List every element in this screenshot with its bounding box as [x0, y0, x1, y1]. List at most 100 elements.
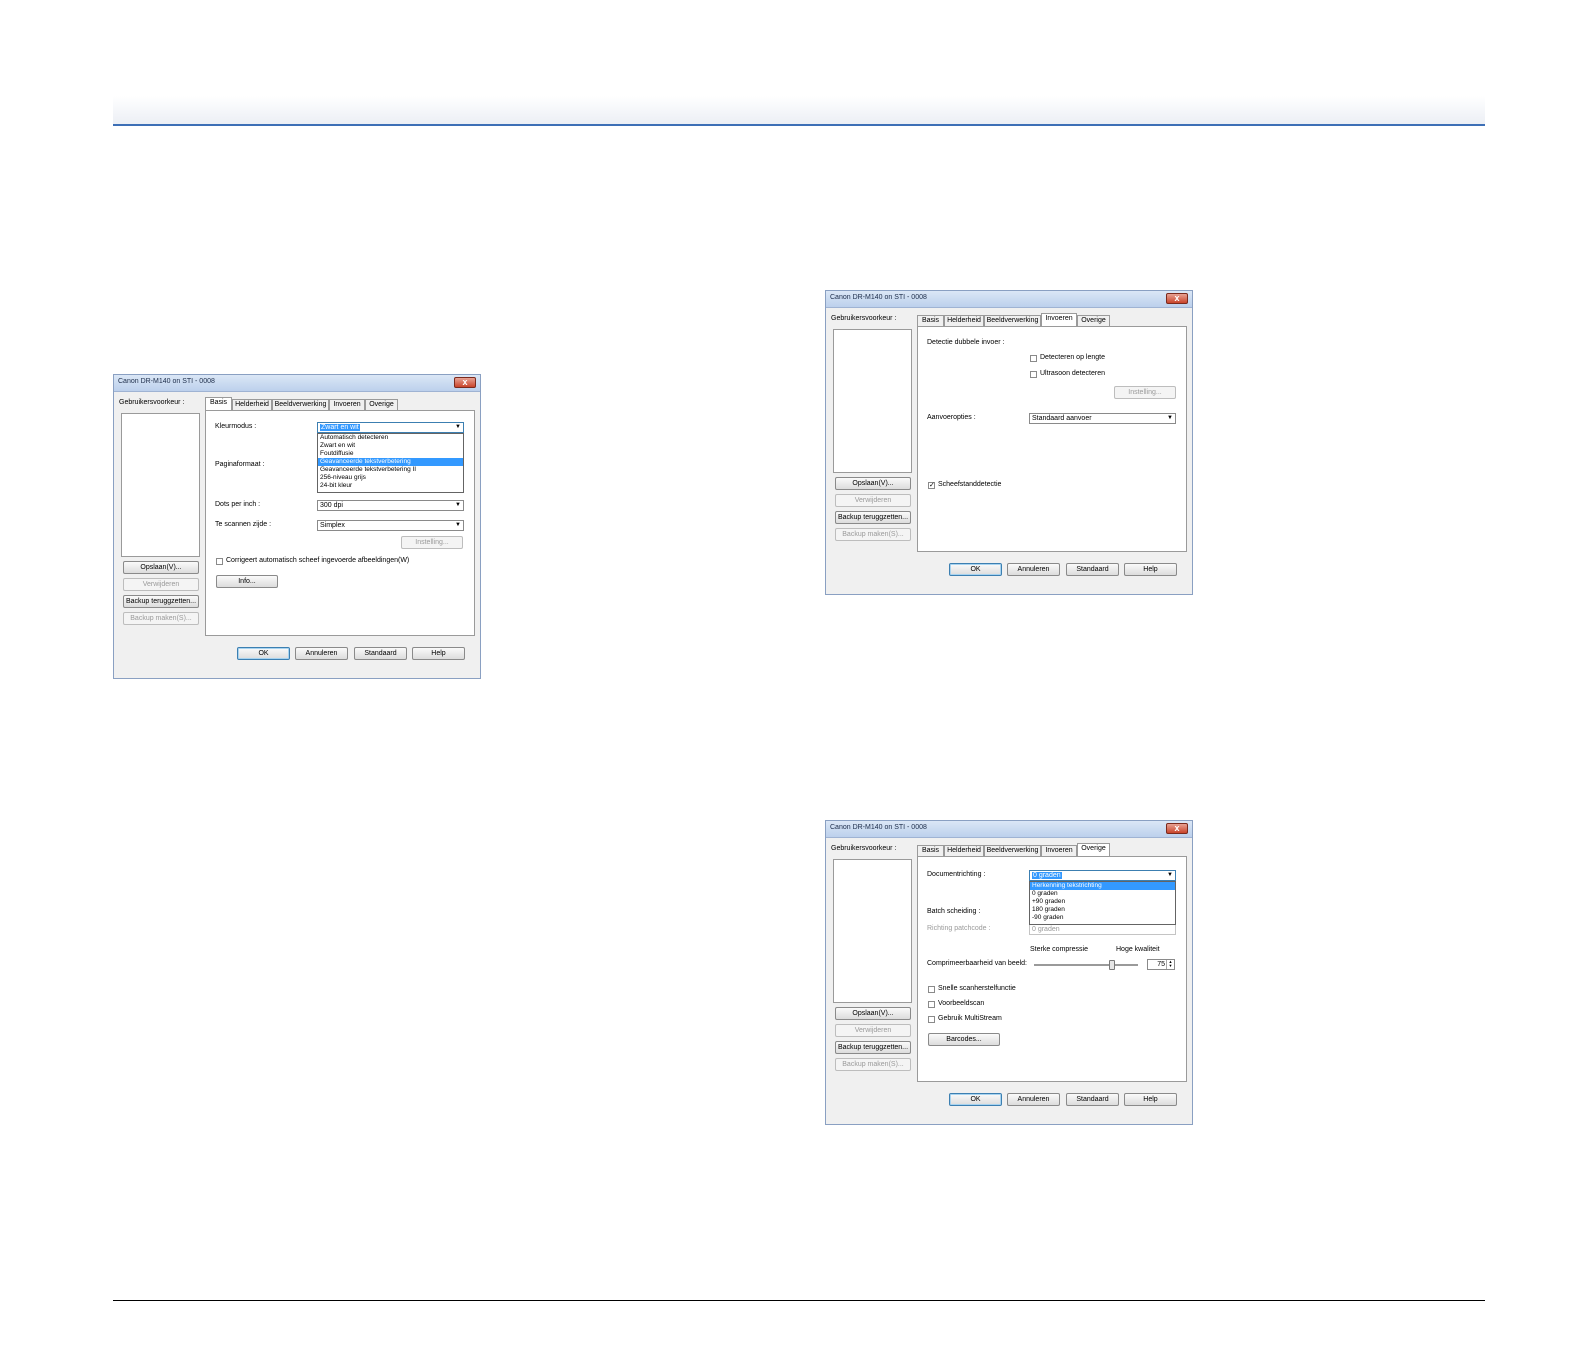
compression-slider-thumb[interactable] — [1109, 960, 1115, 970]
dpi-label: Dots per inch : — [215, 501, 261, 508]
doc-orientation-option[interactable]: +90 graden — [1030, 898, 1175, 906]
ok-button[interactable]: OK — [949, 1093, 1002, 1106]
window-title: Canon DR-M140 on STI - 0008 — [830, 294, 927, 301]
skew-detect-checkbox[interactable]: ✓ — [928, 482, 935, 489]
feed-options-select[interactable]: Standaard aanvoer ▼ — [1029, 413, 1176, 424]
close-button[interactable]: x — [454, 377, 476, 388]
page-size-label: Paginaformaat : — [215, 461, 265, 468]
delete-button[interactable]: Verwijderen — [835, 494, 911, 507]
user-prefs-list[interactable] — [121, 413, 200, 557]
tab-panel-overige: Documentrichting : 0 graden ▼ Herkenning… — [917, 856, 1187, 1082]
title-bar: Canon DR-M140 on STI - 0008 x — [826, 821, 1192, 838]
multistream-checkbox[interactable] — [928, 1016, 935, 1023]
color-mode-select[interactable]: Zwart en wit ▼ — [317, 422, 464, 433]
help-button[interactable]: Help — [412, 647, 465, 660]
prescan-label: Voorbeeldscan — [938, 1000, 985, 1007]
make-backup-button[interactable]: Backup maken(S)... — [123, 612, 199, 625]
color-mode-option[interactable]: Zwart en wit — [318, 442, 463, 450]
doc-orientation-select[interactable]: 0 graden ▼ — [1029, 870, 1176, 881]
patchcode-direction-select[interactable]: 0 graden — [1029, 924, 1176, 935]
user-prefs-list[interactable] — [833, 859, 912, 1003]
color-mode-option[interactable]: 24-bit kleur — [318, 482, 463, 490]
default-button[interactable]: Standaard — [354, 647, 407, 660]
make-backup-button[interactable]: Backup maken(S)... — [835, 528, 911, 541]
info-button[interactable]: Info... — [216, 575, 278, 588]
tab-invoeren[interactable]: Invoeren — [329, 399, 365, 410]
restore-backup-button[interactable]: Backup teruggzetten... — [123, 595, 199, 608]
tab-beeldverwerking[interactable]: Beeldverwerking — [272, 399, 329, 410]
user-prefs-label: Gebruikersvoorkeur : — [831, 315, 897, 322]
compress-low-label: Sterke compressie — [1030, 946, 1088, 953]
color-mode-label: Kleurmodus : — [215, 423, 257, 430]
save-button[interactable]: Opslaan(V)... — [835, 477, 911, 490]
restore-backup-button[interactable]: Backup teruggzetten... — [835, 511, 911, 524]
doc-orientation-value: 0 graden — [1032, 872, 1062, 879]
tab-basis[interactable]: Basis — [205, 397, 232, 410]
doc-orientation-option[interactable]: 180 graden — [1030, 906, 1175, 914]
window-title: Canon DR-M140 on STI - 0008 — [830, 824, 927, 831]
tab-helderheid[interactable]: Helderheid — [944, 845, 984, 856]
cancel-button[interactable]: Annuleren — [1007, 1093, 1060, 1106]
spin-arrows-icon[interactable]: ▲ ▼ — [1166, 960, 1174, 969]
ok-button[interactable]: OK — [237, 647, 290, 660]
settings-button[interactable]: Instelling... — [401, 536, 463, 549]
save-button[interactable]: Opslaan(V)... — [123, 561, 199, 574]
tab-panel-invoeren: Detectie dubbele invoer : Detecteren op … — [917, 326, 1187, 552]
tab-overige[interactable]: Overige — [1077, 315, 1110, 326]
compression-spinbox[interactable]: 75 ▲ ▼ — [1147, 959, 1175, 970]
ultrasonic-checkbox[interactable] — [1030, 371, 1037, 378]
tab-overige[interactable]: Overige — [365, 399, 398, 410]
tab-beeldverwerking[interactable]: Beeldverwerking — [984, 845, 1041, 856]
ok-button[interactable]: OK — [949, 563, 1002, 576]
help-button[interactable]: Help — [1124, 1093, 1177, 1106]
color-mode-option[interactable]: Automatisch detecteren — [318, 434, 463, 442]
cancel-button[interactable]: Annuleren — [1007, 563, 1060, 576]
tab-beeldverwerking[interactable]: Beeldverwerking — [984, 315, 1041, 326]
doc-orientation-option-highlighted[interactable]: Herkenning tekstrichting — [1030, 882, 1175, 890]
deskew-label: Corrigeert automatisch scheef ingevoerde… — [226, 557, 410, 564]
window-title: Canon DR-M140 on STI - 0008 — [118, 378, 215, 385]
multistream-label: Gebruik MultiStream — [938, 1015, 1002, 1022]
tab-strip: Basis Helderheid Beeldverwerking Invoere… — [917, 843, 1187, 856]
close-button[interactable]: x — [1166, 823, 1188, 834]
compress-high-label: Hoge kwaliteit — [1116, 946, 1160, 953]
compression-slider-track[interactable] — [1034, 964, 1138, 966]
delete-button[interactable]: Verwijderen — [123, 578, 199, 591]
color-mode-option[interactable]: Foutdiffusie — [318, 450, 463, 458]
feed-options-label: Aanvoeropties : — [927, 414, 976, 421]
delete-button[interactable]: Verwijderen — [835, 1024, 911, 1037]
settings-button[interactable]: Instelling... — [1114, 386, 1176, 399]
quick-recovery-checkbox[interactable] — [928, 986, 935, 993]
tab-strip: Basis Helderheid Beeldverwerking Invoere… — [917, 313, 1187, 326]
default-button[interactable]: Standaard — [1066, 563, 1119, 576]
scan-side-select[interactable]: Simplex ▼ — [317, 520, 464, 531]
cancel-button[interactable]: Annuleren — [295, 647, 348, 660]
tab-helderheid[interactable]: Helderheid — [944, 315, 984, 326]
help-button[interactable]: Help — [1124, 563, 1177, 576]
color-mode-option[interactable]: Geavanceerde tekstverbetering II — [318, 466, 463, 474]
prescan-checkbox[interactable] — [928, 1001, 935, 1008]
default-button[interactable]: Standaard — [1066, 1093, 1119, 1106]
tab-basis[interactable]: Basis — [917, 315, 944, 326]
detect-length-checkbox[interactable] — [1030, 355, 1037, 362]
tab-helderheid[interactable]: Helderheid — [232, 399, 272, 410]
doc-orientation-dropdown: Herkenning tekstrichting 0 graden +90 gr… — [1029, 881, 1176, 925]
save-button[interactable]: Opslaan(V)... — [835, 1007, 911, 1020]
tab-basis[interactable]: Basis — [917, 845, 944, 856]
tab-overige[interactable]: Overige — [1077, 843, 1110, 856]
deskew-checkbox[interactable] — [216, 558, 223, 565]
close-button[interactable]: x — [1166, 293, 1188, 304]
tab-invoeren[interactable]: Invoeren — [1041, 845, 1077, 856]
dpi-select[interactable]: 300 dpi ▼ — [317, 500, 464, 511]
doc-orientation-option[interactable]: -90 graden — [1030, 914, 1175, 922]
restore-backup-button[interactable]: Backup teruggzetten... — [835, 1041, 911, 1054]
chevron-down-icon: ▼ — [1167, 415, 1173, 421]
user-prefs-list[interactable] — [833, 329, 912, 473]
barcodes-button[interactable]: Barcodes... — [928, 1033, 1000, 1046]
color-mode-option[interactable]: 256-niveau grijs — [318, 474, 463, 482]
compress-label: Comprimeerbaarheid van beeld: — [927, 960, 1027, 967]
tab-invoeren[interactable]: Invoeren — [1041, 313, 1077, 326]
doc-orientation-option[interactable]: 0 graden — [1030, 890, 1175, 898]
color-mode-option-highlighted[interactable]: Geavanceerde tekstverbetering — [318, 458, 463, 466]
make-backup-button[interactable]: Backup maken(S)... — [835, 1058, 911, 1071]
